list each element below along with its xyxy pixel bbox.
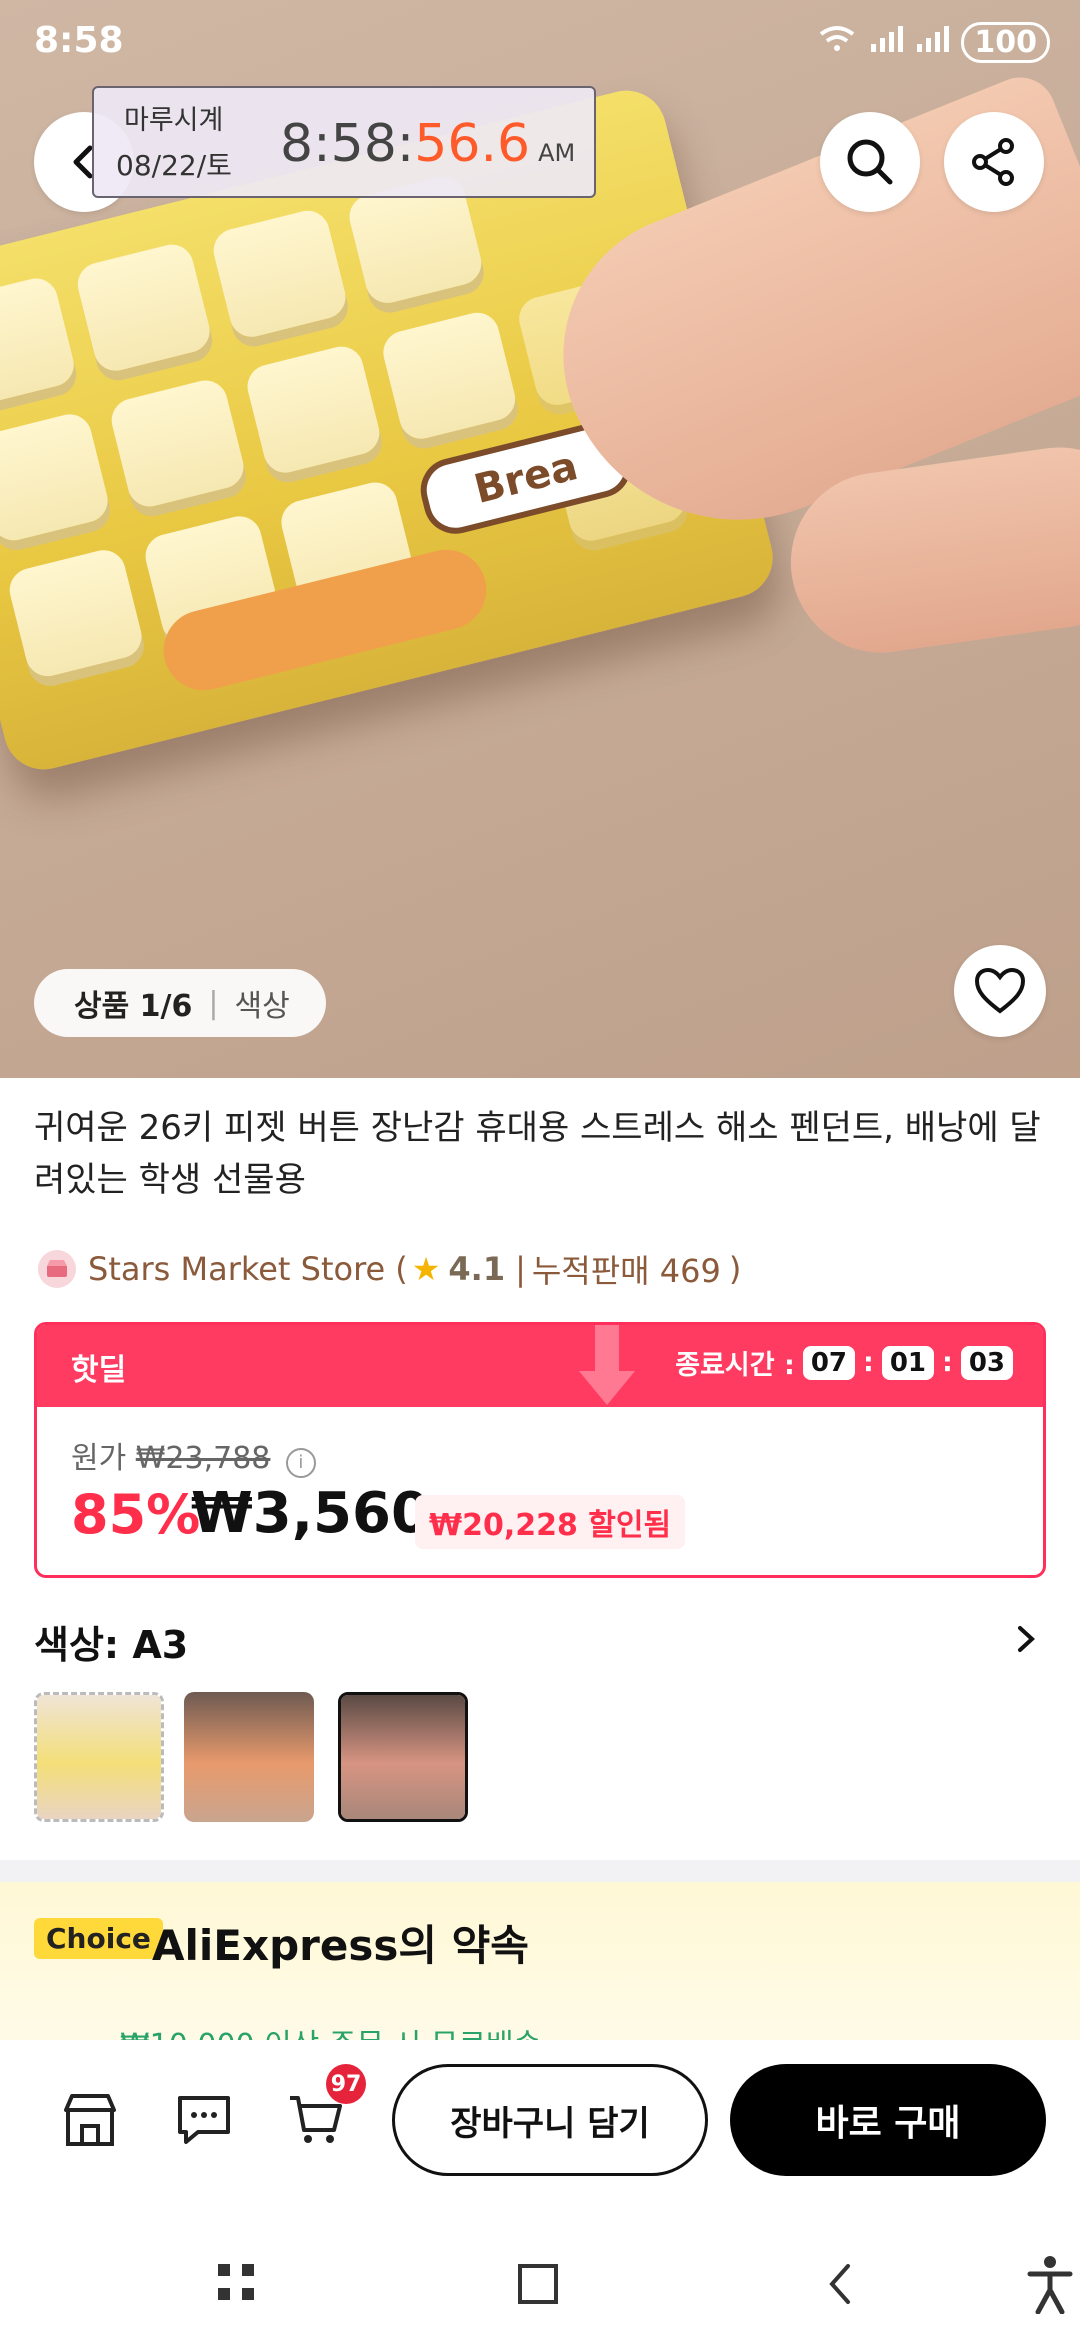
signal-icon	[869, 24, 904, 62]
recent-apps-icon[interactable]	[216, 2262, 260, 2306]
countdown-minutes: 01	[881, 1345, 934, 1380]
color-thumb-3[interactable]	[338, 1692, 468, 1822]
search-button[interactable]	[820, 112, 920, 212]
arrow-down-icon	[579, 1325, 635, 1405]
clock-ampm: AM	[538, 139, 576, 167]
search-icon	[847, 139, 893, 185]
end-time-label: 종료시간 :	[675, 1350, 795, 1381]
share-icon	[972, 138, 1014, 186]
wifi-icon	[817, 24, 857, 62]
store-button[interactable]	[50, 2080, 130, 2160]
battery-indicator: 100	[961, 22, 1050, 63]
cart-count-badge: 97	[326, 2064, 366, 2104]
store-paren-close: )	[728, 1250, 742, 1288]
clock-seconds: 56.6	[414, 114, 531, 174]
choice-badge: Choice	[34, 1918, 163, 1959]
heart-icon	[974, 967, 1026, 1014]
product-title: 귀여운 26키 피젯 버튼 장난감 휴대용 스트레스 해소 펜던트, 배낭에 달…	[34, 1108, 1041, 1200]
clock-app-label: 마루시계	[124, 105, 224, 136]
original-price: 원가 ₩23,788 i	[71, 1433, 316, 1478]
color-option-label: 색상: A3	[34, 1623, 189, 1667]
chat-icon	[178, 2096, 230, 2144]
store-logo-icon	[38, 1250, 76, 1288]
clock-overlay: 마루시계 08/22/토 8:58:56.6 AM	[92, 86, 596, 198]
store-name[interactable]: Stars Market Store	[88, 1250, 385, 1288]
image-index: 상품 1/6	[74, 989, 193, 1024]
store-rating: 4.1	[448, 1250, 506, 1288]
share-button[interactable]	[944, 112, 1044, 212]
store-info[interactable]: Stars Market Store ( ★ 4.1 | 누적판매 469 )	[38, 1246, 741, 1292]
store-sales: 누적판매 469	[531, 1252, 721, 1290]
star-icon: ★	[411, 1250, 441, 1288]
original-price-label: 원가	[71, 1441, 127, 1476]
color-thumb-1[interactable]	[34, 1692, 164, 1822]
promise-title: AliExpress의 약속	[152, 1921, 529, 1970]
sale-price: ₩3,560	[191, 1481, 430, 1546]
status-icons: 100	[817, 22, 1050, 63]
wishlist-button[interactable]	[954, 945, 1046, 1037]
clock-hm: 8:58:	[280, 114, 415, 174]
store-paren-open: (	[395, 1250, 408, 1288]
saved-amount-badge: ₩20,228 할인됨	[415, 1495, 686, 1549]
back-nav-icon[interactable]	[820, 2262, 864, 2306]
clock-time: 8:58:56.6 AM	[280, 114, 575, 174]
info-icon[interactable]: i	[285, 1448, 316, 1478]
countdown-hours: 07	[802, 1345, 855, 1380]
hot-deal-header: 핫딜 종료시간 : 07 : 01 : 03	[37, 1325, 1043, 1407]
chevron-right-icon[interactable]	[1010, 1624, 1040, 1654]
counter-divider: |	[208, 985, 219, 1021]
color-thumb-2[interactable]	[184, 1692, 314, 1822]
deal-countdown: 종료시간 : 07 : 01 : 03	[675, 1343, 1013, 1382]
image-counter[interactable]: 상품 1/6 | 색상	[34, 969, 326, 1037]
status-time: 8:58	[34, 20, 124, 61]
accessibility-icon[interactable]	[1026, 2254, 1074, 2314]
discount-percent: 85%	[71, 1483, 201, 1546]
clock-date: 08/22/토	[116, 149, 232, 182]
home-icon[interactable]	[516, 2262, 560, 2306]
hot-deal-label: 핫딜	[71, 1353, 127, 1388]
countdown-seconds: 03	[960, 1345, 1013, 1380]
store-sep: |	[515, 1250, 526, 1288]
chat-button[interactable]	[164, 2080, 244, 2160]
store-icon	[64, 2094, 116, 2146]
original-price-value: ₩23,788	[135, 1441, 271, 1476]
buy-now-button[interactable]: 바로 구매	[730, 2064, 1046, 2176]
add-to-cart-button[interactable]: 장바구니 담기	[392, 2064, 708, 2176]
color-tab[interactable]: 색상	[234, 981, 289, 1025]
hot-deal-box: 핫딜 종료시간 : 07 : 01 : 03 원가 ₩23,788 i 85% …	[34, 1322, 1046, 1578]
signal-icon-2	[915, 24, 950, 62]
section-divider	[0, 1860, 1080, 1882]
